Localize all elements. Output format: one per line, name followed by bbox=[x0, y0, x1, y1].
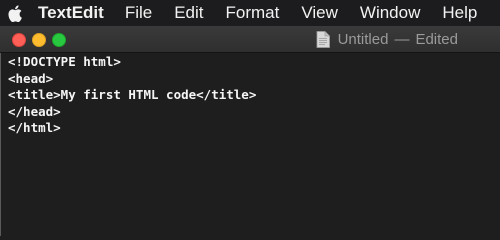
minimize-button[interactable] bbox=[32, 33, 46, 47]
window-title: Untitled — Edited bbox=[316, 26, 458, 52]
menu-edit[interactable]: Edit bbox=[174, 3, 203, 23]
code-line: <head> bbox=[8, 70, 54, 86]
menu-bar: TextEdit File Edit Format View Window He… bbox=[0, 0, 500, 26]
title-separator: — bbox=[394, 30, 410, 48]
menu-view[interactable]: View bbox=[301, 3, 338, 23]
menu-window[interactable]: Window bbox=[360, 3, 420, 23]
document-text[interactable]: <!DOCTYPE html> <head> <title>My first HTM… bbox=[1, 53, 500, 137]
code-line: </head> bbox=[8, 103, 61, 119]
menu-app-name[interactable]: TextEdit bbox=[38, 3, 104, 23]
window-titlebar[interactable]: Untitled — Edited bbox=[0, 26, 500, 53]
window-status-text: Edited bbox=[415, 30, 458, 48]
code-line: <!DOCTYPE html> bbox=[8, 54, 121, 69]
apple-logo-icon[interactable] bbox=[8, 4, 22, 22]
menu-format[interactable]: Format bbox=[226, 3, 280, 23]
menu-help[interactable]: Help bbox=[442, 3, 477, 23]
document-icon[interactable] bbox=[316, 30, 330, 48]
textedit-window: Untitled — Edited <!DOCTYPE html> <head> <… bbox=[0, 26, 500, 236]
window-title-text: Untitled bbox=[337, 30, 389, 48]
menu-file[interactable]: File bbox=[125, 3, 152, 23]
zoom-button[interactable] bbox=[52, 33, 66, 47]
text-editor-area[interactable]: <!DOCTYPE html> <head> <title>My first HTM… bbox=[0, 53, 500, 236]
code-line: </html> bbox=[8, 120, 61, 135]
code-line: <title>My first HTML code</title> bbox=[8, 87, 257, 102]
close-button[interactable] bbox=[12, 33, 26, 47]
